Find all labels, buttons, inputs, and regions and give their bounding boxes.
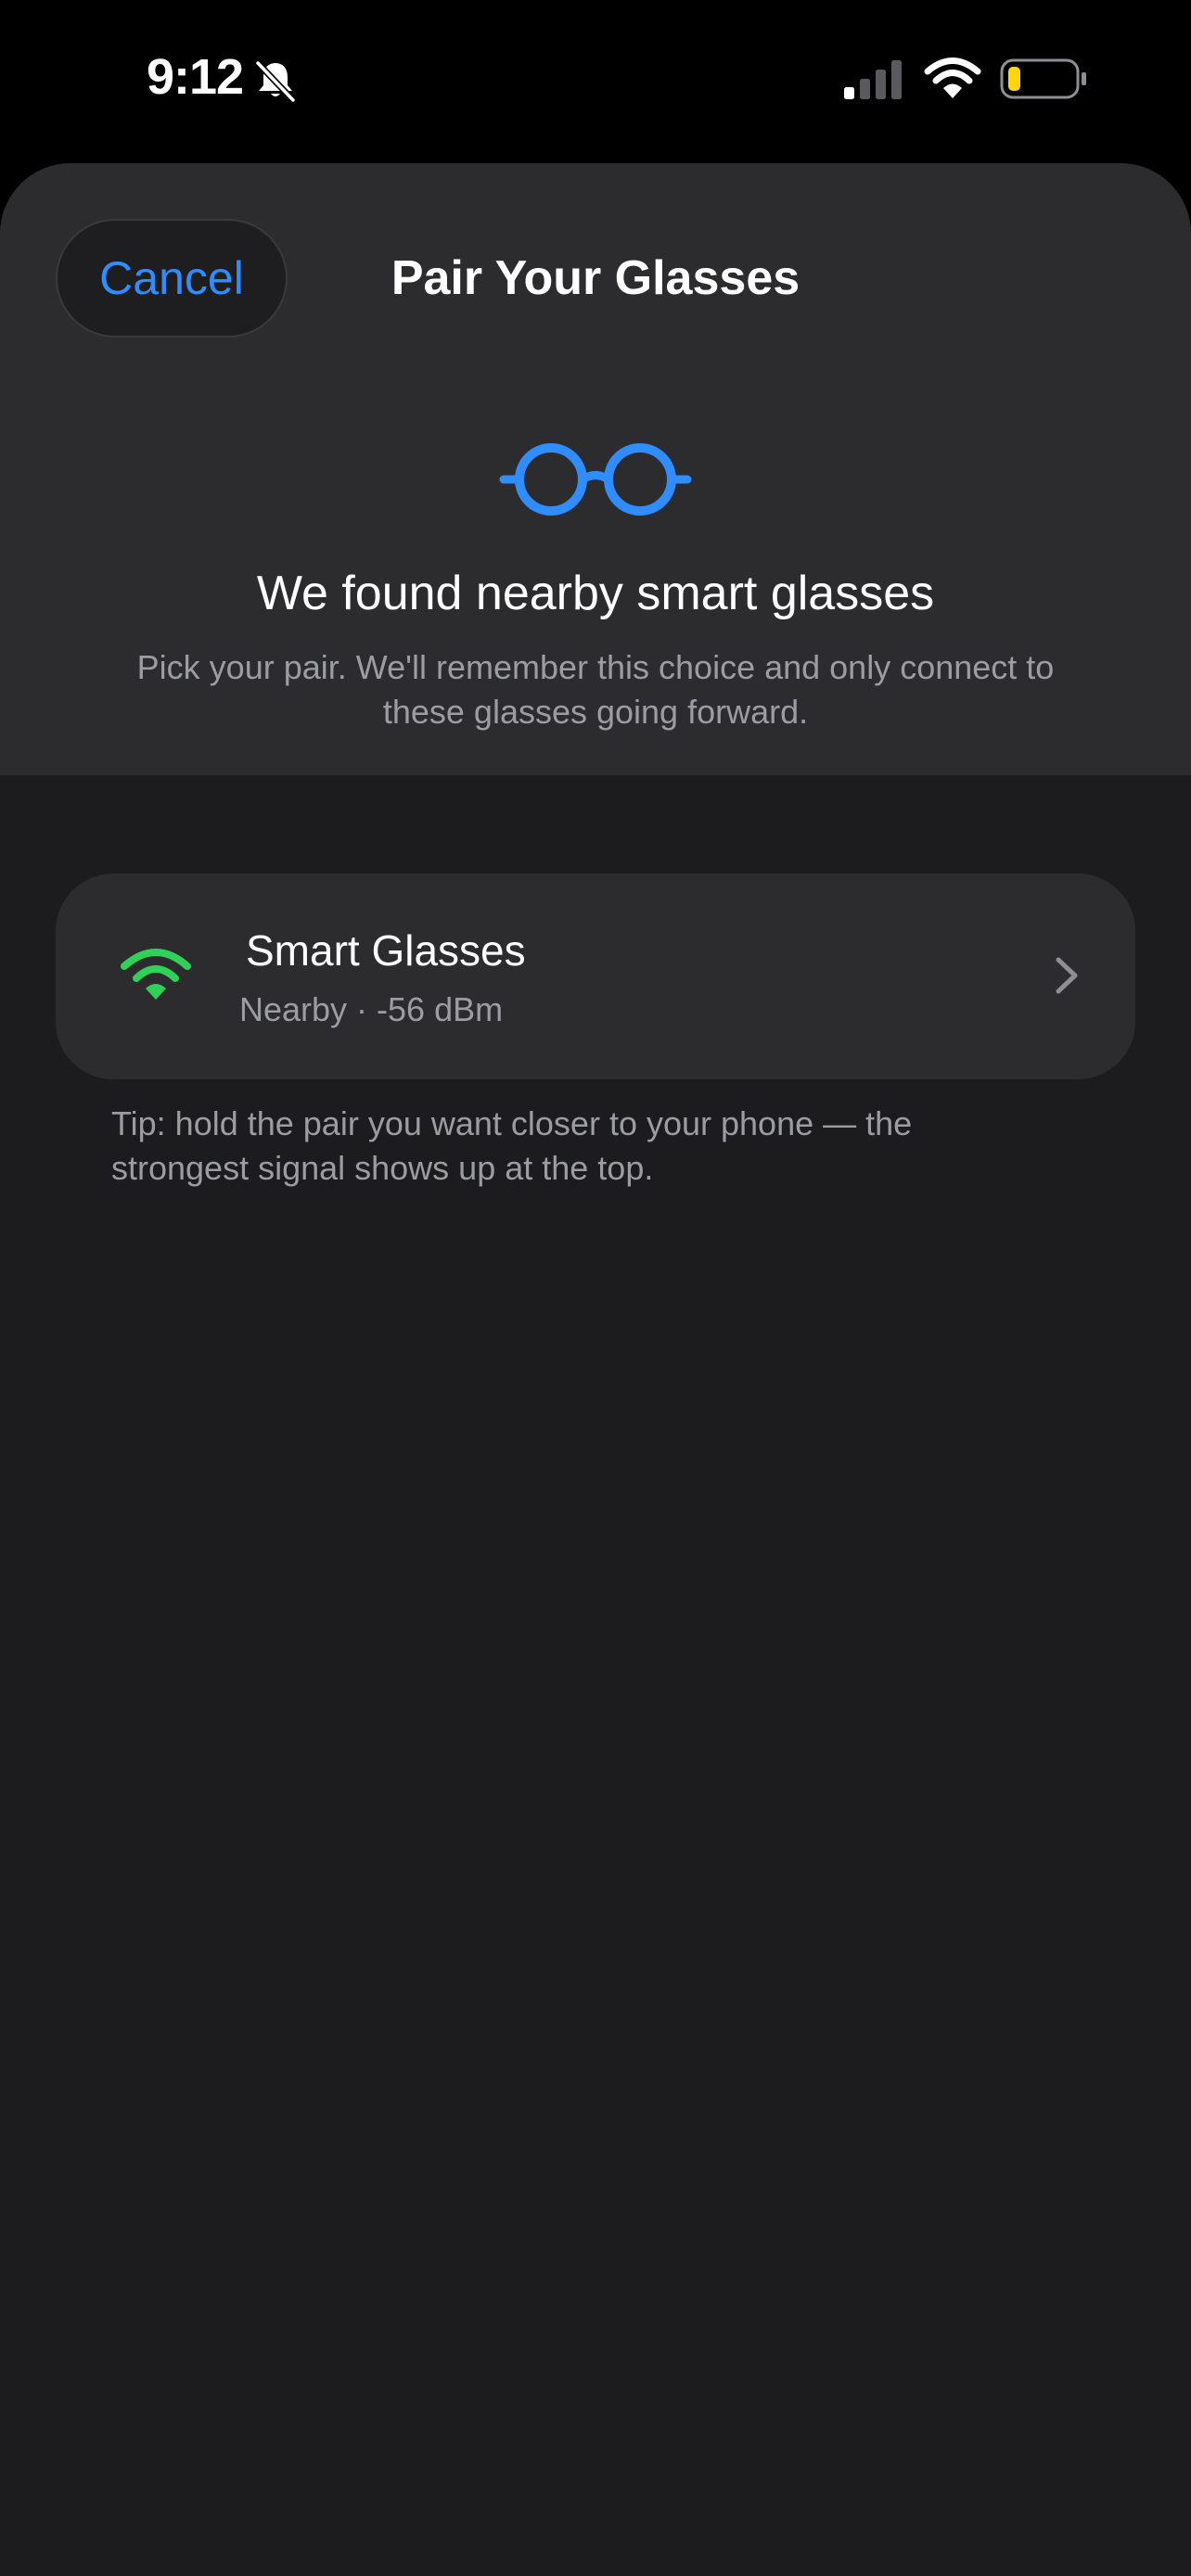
pairing-sheet: Cancel Pair Your Glasses We found nearby… <box>0 163 1191 2576</box>
bell-slash-icon <box>255 60 296 103</box>
status-time: 9:12 <box>147 49 244 105</box>
glasses-icon <box>499 443 692 516</box>
sheet-header: Cancel Pair Your Glasses We found nearby… <box>0 163 1191 775</box>
cellular-signal-icon <box>844 60 902 99</box>
device-row-smart-glasses[interactable]: Smart Glasses Nearby · -56 dBm <box>56 874 1135 1079</box>
wifi-icon <box>924 57 981 98</box>
wifi-signal-icon <box>121 949 191 1000</box>
device-name: Smart Glasses <box>246 926 526 975</box>
tip-text: Tip: hold the pair you want closer to yo… <box>111 1104 913 1187</box>
status-bar: 9:12 <box>0 0 1191 158</box>
battery-low-icon <box>1000 58 1086 99</box>
found-title: We found nearby smart glasses <box>256 567 935 620</box>
sheet-title: Pair Your Glasses <box>391 251 800 305</box>
found-subtitle: Pick your pair. We'll remember this choi… <box>136 648 1055 731</box>
device-status: Nearby · -56 dBm <box>239 990 504 1028</box>
chevron-right-icon <box>1056 957 1078 994</box>
